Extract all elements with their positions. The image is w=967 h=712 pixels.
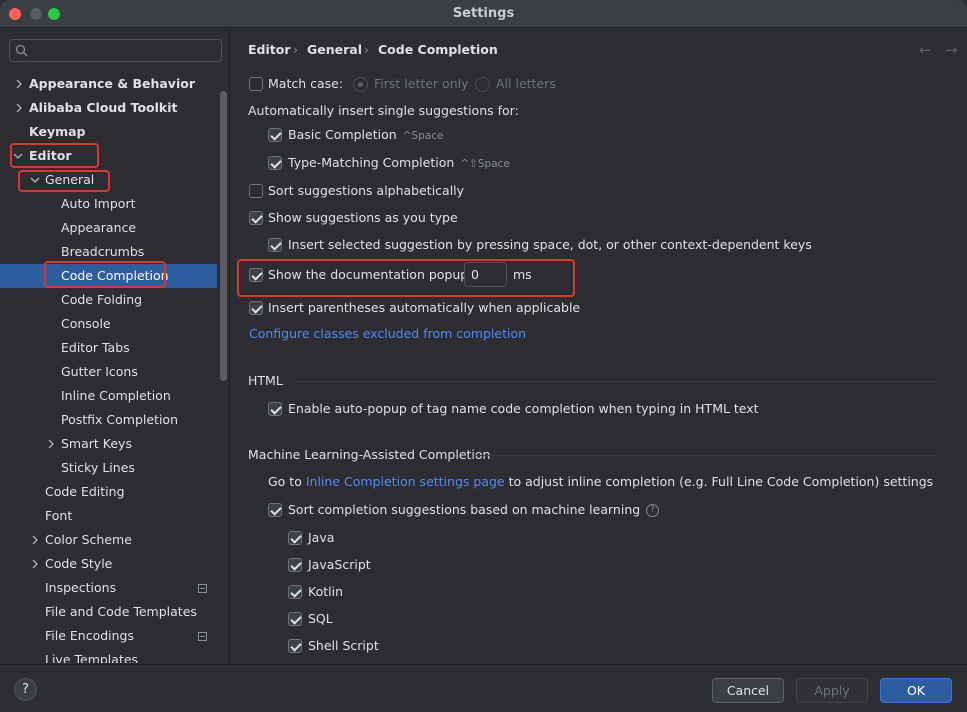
ml-kotlin-checkbox[interactable] bbox=[288, 585, 302, 599]
sidebar-item-file-encodings[interactable]: File Encodings bbox=[45, 624, 134, 648]
inline-completion-settings-link[interactable]: Inline Completion settings page bbox=[306, 474, 505, 489]
sidebar-item-font[interactable]: Font bbox=[45, 504, 72, 528]
sidebar-item-gutter-icons[interactable]: Gutter Icons bbox=[61, 360, 138, 384]
sidebar-item-keymap[interactable]: Keymap bbox=[29, 120, 86, 144]
forward-arrow-icon[interactable]: → bbox=[945, 41, 958, 59]
breadcrumb-code-completion: Code Completion bbox=[378, 42, 498, 57]
ml-javascript-checkbox[interactable] bbox=[288, 558, 302, 572]
sort-alphabetically-checkbox[interactable] bbox=[249, 184, 263, 198]
first-letter-only-label: First letter only bbox=[374, 76, 469, 91]
settings-sidebar: Appearance & Behavior Alibaba Cloud Tool… bbox=[0, 29, 230, 663]
dialog-footer: ? Cancel Apply OK bbox=[0, 664, 967, 712]
type-matching-shortcut: ^⇧Space bbox=[460, 158, 510, 170]
sidebar-item-sticky-lines[interactable]: Sticky Lines bbox=[61, 456, 135, 480]
highlight-box bbox=[18, 170, 110, 192]
sidebar-item-color-scheme[interactable]: Color Scheme bbox=[45, 528, 132, 552]
sort-ml-label: Sort completion suggestions based on mac… bbox=[288, 502, 641, 517]
sidebar-item-console[interactable]: Console bbox=[61, 312, 111, 336]
insert-parentheses-checkbox[interactable] bbox=[249, 301, 263, 315]
ml-sql-label: SQL bbox=[308, 611, 333, 626]
sidebar-item-inline-completion[interactable]: Inline Completion bbox=[61, 384, 171, 408]
ok-button[interactable]: OK bbox=[880, 678, 952, 703]
show-as-type-label: Show suggestions as you type bbox=[268, 210, 458, 225]
highlight-box bbox=[237, 259, 575, 297]
apply-button[interactable]: Apply bbox=[796, 678, 868, 703]
back-arrow-icon[interactable]: ← bbox=[919, 41, 932, 59]
ml-javascript-label: JavaScript bbox=[308, 557, 371, 572]
help-icon[interactable]: ? bbox=[646, 504, 660, 517]
sort-ml-row: Sort completion suggestions based on mac… bbox=[288, 500, 660, 520]
sidebar-item-code-editing[interactable]: Code Editing bbox=[45, 480, 125, 504]
sidebar-item-inspections[interactable]: Inspections bbox=[45, 576, 116, 600]
ml-kotlin-label: Kotlin bbox=[308, 584, 343, 599]
ml-sql-checkbox[interactable] bbox=[288, 612, 302, 626]
sidebar-item-alibaba-cloud-toolkit[interactable]: Alibaba Cloud Toolkit bbox=[29, 96, 178, 120]
help-button[interactable]: ? bbox=[14, 678, 37, 701]
sidebar-item-file-code-templates[interactable]: File and Code Templates bbox=[45, 600, 197, 624]
section-divider bbox=[293, 381, 938, 382]
title-bar: Settings bbox=[0, 0, 967, 28]
html-section-title: HTML bbox=[248, 373, 283, 388]
html-auto-popup-label: Enable auto-popup of tag name code compl… bbox=[288, 401, 759, 416]
project-scope-icon bbox=[198, 584, 207, 593]
highlight-box bbox=[44, 261, 166, 288]
ml-goto-suffix: to adjust inline completion (e.g. Full L… bbox=[508, 474, 934, 489]
type-matching-row: Type-Matching Completion ^⇧Space bbox=[288, 153, 510, 173]
sidebar-item-appearance-behavior[interactable]: Appearance & Behavior bbox=[29, 72, 195, 96]
basic-completion-shortcut: ^Space bbox=[402, 130, 444, 142]
chevron-right-icon[interactable] bbox=[14, 103, 24, 113]
sidebar-scrollbar[interactable] bbox=[220, 91, 227, 381]
search-icon bbox=[15, 44, 28, 57]
breadcrumb-editor[interactable]: Editor bbox=[248, 42, 291, 60]
breadcrumb-general[interactable]: General bbox=[307, 42, 362, 60]
all-letters-radio[interactable] bbox=[475, 77, 490, 92]
sort-ml-checkbox[interactable] bbox=[268, 503, 282, 517]
type-matching-label: Type-Matching Completion bbox=[288, 155, 455, 170]
sidebar-item-smart-keys[interactable]: Smart Keys bbox=[61, 432, 132, 456]
sidebar-item-code-style[interactable]: Code Style bbox=[45, 552, 112, 576]
ml-shell-script-checkbox[interactable] bbox=[288, 639, 302, 653]
ml-shell-script-label: Shell Script bbox=[308, 638, 379, 653]
auto-insert-heading: Automatically insert single suggestions … bbox=[248, 103, 519, 118]
breadcrumb-separator: › bbox=[364, 42, 369, 57]
insert-parentheses-label: Insert parentheses automatically when ap… bbox=[268, 300, 581, 315]
all-letters-label: All letters bbox=[496, 76, 556, 91]
sidebar-item-code-folding[interactable]: Code Folding bbox=[61, 288, 142, 312]
breadcrumb-separator: › bbox=[293, 42, 298, 57]
sort-alphabetically-label: Sort suggestions alphabetically bbox=[268, 183, 465, 198]
match-case-checkbox[interactable] bbox=[249, 77, 263, 91]
html-auto-popup-checkbox[interactable] bbox=[268, 402, 282, 416]
match-case-label: Match case: bbox=[268, 76, 344, 91]
sidebar-item-postfix-completion[interactable]: Postfix Completion bbox=[61, 408, 178, 432]
ml-goto-row: Go to Inline Completion settings page to… bbox=[268, 472, 933, 492]
basic-completion-label: Basic Completion bbox=[288, 127, 397, 142]
chevron-right-icon[interactable] bbox=[30, 559, 40, 569]
sidebar-item-editor-tabs[interactable]: Editor Tabs bbox=[61, 336, 130, 360]
cancel-button[interactable]: Cancel bbox=[712, 678, 784, 703]
insert-selected-checkbox[interactable] bbox=[268, 238, 282, 252]
chevron-right-icon[interactable] bbox=[30, 535, 40, 545]
ml-java-label: Java bbox=[308, 530, 335, 545]
basic-completion-row: Basic Completion ^Space bbox=[288, 125, 443, 145]
first-letter-only-radio[interactable] bbox=[353, 77, 368, 92]
show-as-type-checkbox[interactable] bbox=[249, 211, 263, 225]
insert-selected-label: Insert selected suggestion by pressing s… bbox=[288, 237, 812, 252]
chevron-right-icon[interactable] bbox=[46, 439, 56, 449]
settings-content: Editor › General › Code Completion ← → M… bbox=[231, 29, 967, 663]
project-scope-icon bbox=[198, 632, 207, 641]
settings-search-input[interactable] bbox=[9, 39, 222, 62]
ml-section-title: Machine Learning-Assisted Completion bbox=[248, 447, 491, 462]
chevron-right-icon[interactable] bbox=[14, 79, 24, 89]
type-matching-checkbox[interactable] bbox=[268, 156, 282, 170]
section-divider bbox=[474, 455, 938, 456]
configure-excluded-classes-link[interactable]: Configure classes excluded from completi… bbox=[249, 324, 526, 344]
window-title: Settings bbox=[452, 6, 515, 21]
sidebar-item-auto-import[interactable]: Auto Import bbox=[61, 192, 135, 216]
sidebar-item-appearance[interactable]: Appearance bbox=[61, 216, 136, 240]
ml-java-checkbox[interactable] bbox=[288, 531, 302, 545]
ml-goto-prefix: Go to bbox=[268, 474, 302, 489]
sidebar-item-live-templates[interactable]: Live Templates bbox=[45, 648, 138, 663]
basic-completion-checkbox[interactable] bbox=[268, 128, 282, 142]
highlight-box bbox=[10, 143, 99, 168]
